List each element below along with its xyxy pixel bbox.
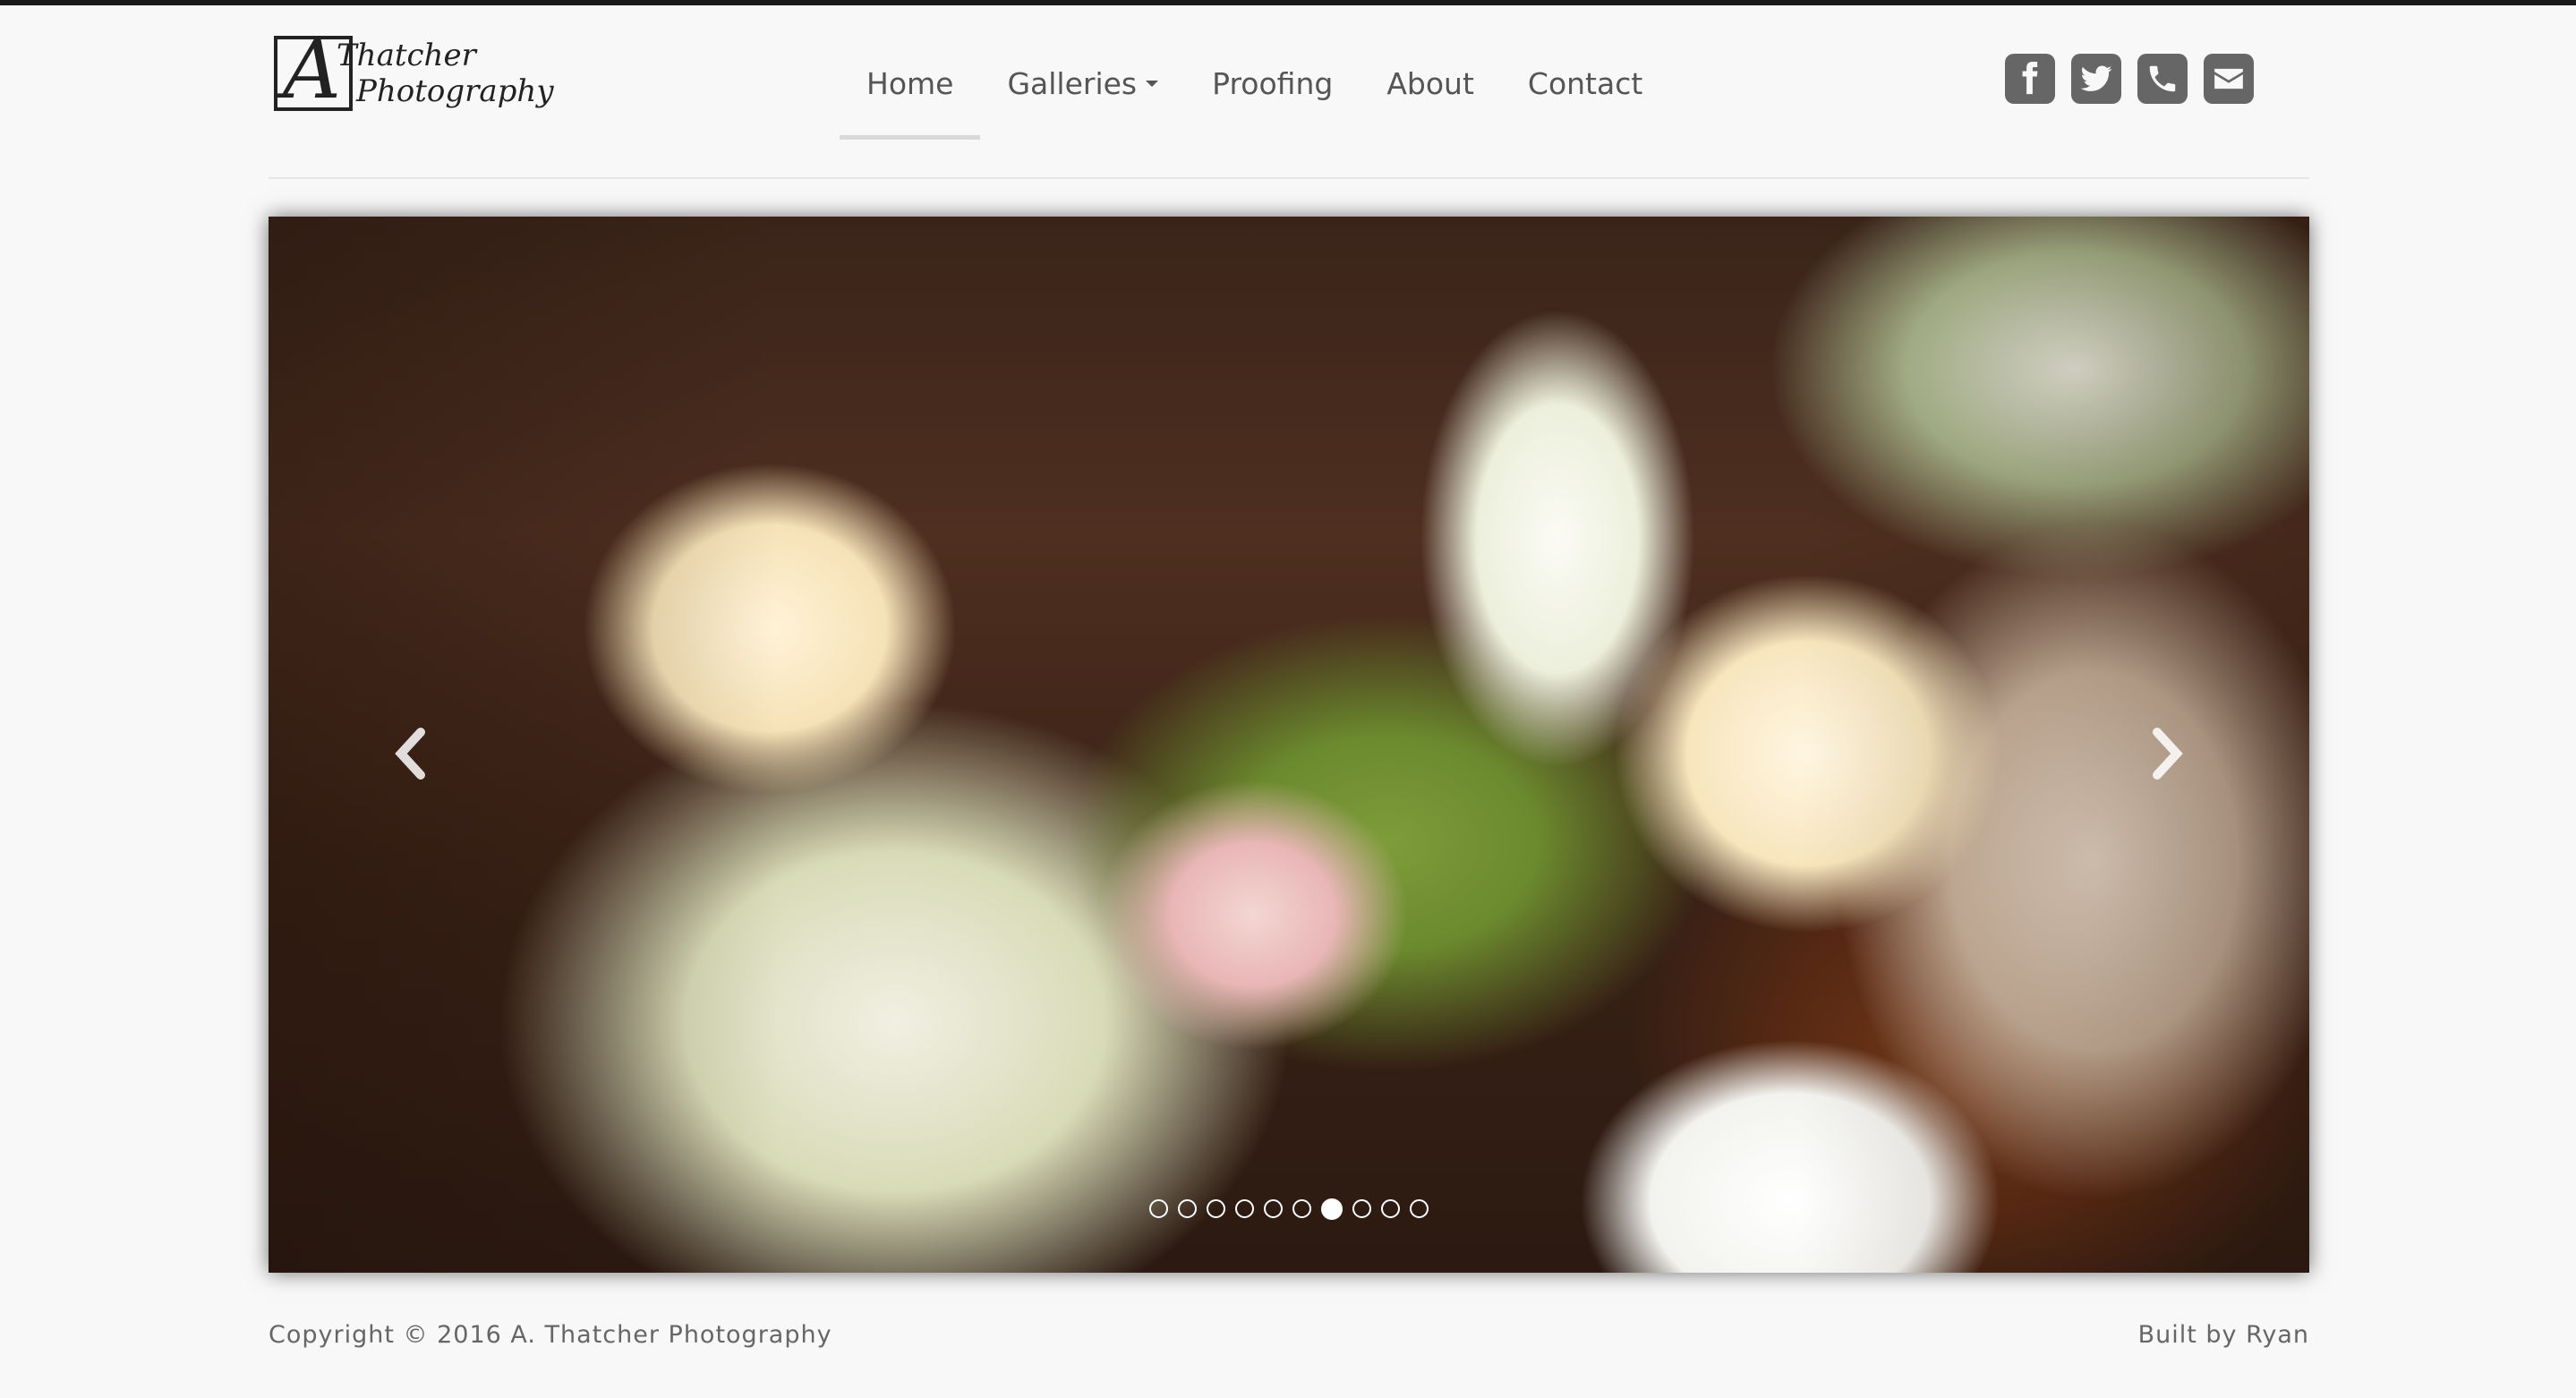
phone-icon[interactable] bbox=[2137, 54, 2188, 104]
chevron-left-icon bbox=[395, 728, 425, 780]
twitter-icon[interactable] bbox=[2071, 54, 2121, 104]
site-header: A Thatcher Photography Home Galleries Pr… bbox=[269, 5, 2309, 179]
carousel-slide-image bbox=[269, 217, 2309, 1273]
nav-home[interactable]: Home bbox=[840, 5, 981, 140]
hero-carousel bbox=[269, 217, 2309, 1273]
logo-text: Thatcher Photography bbox=[337, 38, 554, 109]
social-links bbox=[2005, 54, 2254, 104]
carousel-indicators bbox=[269, 1198, 2309, 1220]
carousel-indicator-dot[interactable] bbox=[1207, 1199, 1225, 1218]
carousel-indicator-dot[interactable] bbox=[1410, 1199, 1429, 1218]
chevron-right-icon bbox=[2153, 728, 2183, 780]
nav-proofing[interactable]: Proofing bbox=[1185, 5, 1360, 140]
carousel-next-button[interactable] bbox=[2130, 718, 2202, 789]
site-footer: Copyright © 2016 A. Thatcher Photography… bbox=[269, 1273, 2309, 1398]
carousel-indicator-dot[interactable] bbox=[1321, 1198, 1343, 1220]
caret-down-icon bbox=[1146, 81, 1159, 87]
facebook-icon[interactable] bbox=[2005, 54, 2055, 104]
logo-line-2: Photography bbox=[356, 73, 554, 109]
main-nav: Home Galleries Proofing About Contact bbox=[840, 5, 1669, 140]
carousel-prev-button[interactable] bbox=[376, 718, 448, 789]
carousel-indicator-dot[interactable] bbox=[1235, 1199, 1254, 1218]
nav-galleries-dropdown[interactable]: Galleries bbox=[980, 5, 1185, 140]
nav-contact[interactable]: Contact bbox=[1501, 5, 1669, 140]
credit-text: Built by Ryan bbox=[2137, 1321, 2309, 1349]
envelope-icon[interactable] bbox=[2204, 54, 2254, 104]
carousel-indicator-dot[interactable] bbox=[1264, 1199, 1283, 1218]
nav-about[interactable]: About bbox=[1360, 5, 1501, 140]
carousel-indicator-dot[interactable] bbox=[1381, 1199, 1400, 1218]
carousel-indicator-dot[interactable] bbox=[1149, 1199, 1168, 1218]
carousel-indicator-dot[interactable] bbox=[1352, 1199, 1371, 1218]
copyright-text: Copyright © 2016 A. Thatcher Photography bbox=[269, 1321, 832, 1349]
carousel-indicator-dot[interactable] bbox=[1178, 1199, 1197, 1218]
logo-line-1: Thatcher bbox=[337, 38, 476, 73]
brand-logo[interactable]: A Thatcher Photography bbox=[274, 30, 554, 122]
carousel-indicator-dot[interactable] bbox=[1292, 1199, 1311, 1218]
